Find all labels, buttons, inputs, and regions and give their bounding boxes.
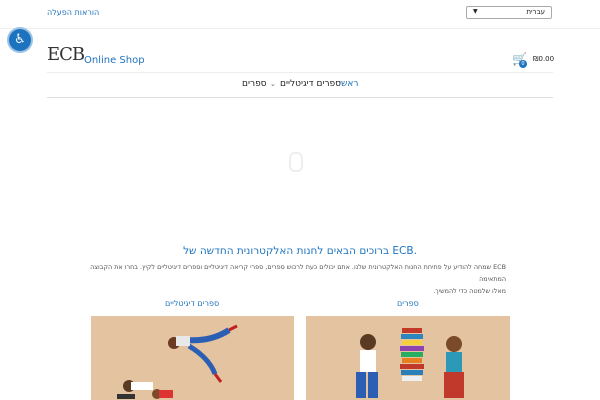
language-value: עברית [526, 8, 545, 16]
loading-icon [289, 152, 303, 172]
language-select[interactable]: עברית ▼ [466, 6, 552, 19]
top-bar: הוראות הפעלה עברית ▼ [0, 0, 600, 29]
books-image[interactable] [306, 316, 510, 400]
intro-line-1: ECB שמחה להודיע על פתיחת החנות האלקטרוני… [90, 263, 506, 283]
accessibility-icon[interactable]: ♿ [9, 29, 31, 51]
nav-books[interactable]: ספרים [242, 79, 267, 89]
books-category-title[interactable]: ספרים [397, 299, 419, 308]
logo-mark[interactable]: ECB [47, 44, 85, 65]
cart-count-badge: 0 [519, 60, 527, 68]
nav-digital-books[interactable]: ספרים דיגיטליים [280, 79, 341, 89]
chevron-down-icon: ▼ [473, 8, 478, 15]
main-nav: ראשי ספרים דיגיטליים ⌄ ספרים [47, 72, 553, 98]
logo-text[interactable]: Online Shop [84, 55, 145, 66]
welcome-title: ברוכים הבאים לחנות האלקטרונית החדשה של E… [183, 245, 417, 257]
instructions-link[interactable]: הוראות הפעלה [47, 8, 99, 17]
digital-books-image[interactable] [91, 316, 294, 400]
chevron-down-icon[interactable]: ⌄ [270, 80, 276, 88]
intro-text: ECB שמחה להודיע על פתיחת החנות האלקטרוני… [90, 261, 506, 297]
cart-total[interactable]: ₪0.00 [533, 55, 554, 63]
digital-category-title[interactable]: ספרים דיגיטליים [165, 299, 219, 308]
nav-home[interactable]: ראשי [339, 79, 359, 89]
intro-line-2: מאלו שלמטה כדי להמשיך. [433, 287, 506, 295]
